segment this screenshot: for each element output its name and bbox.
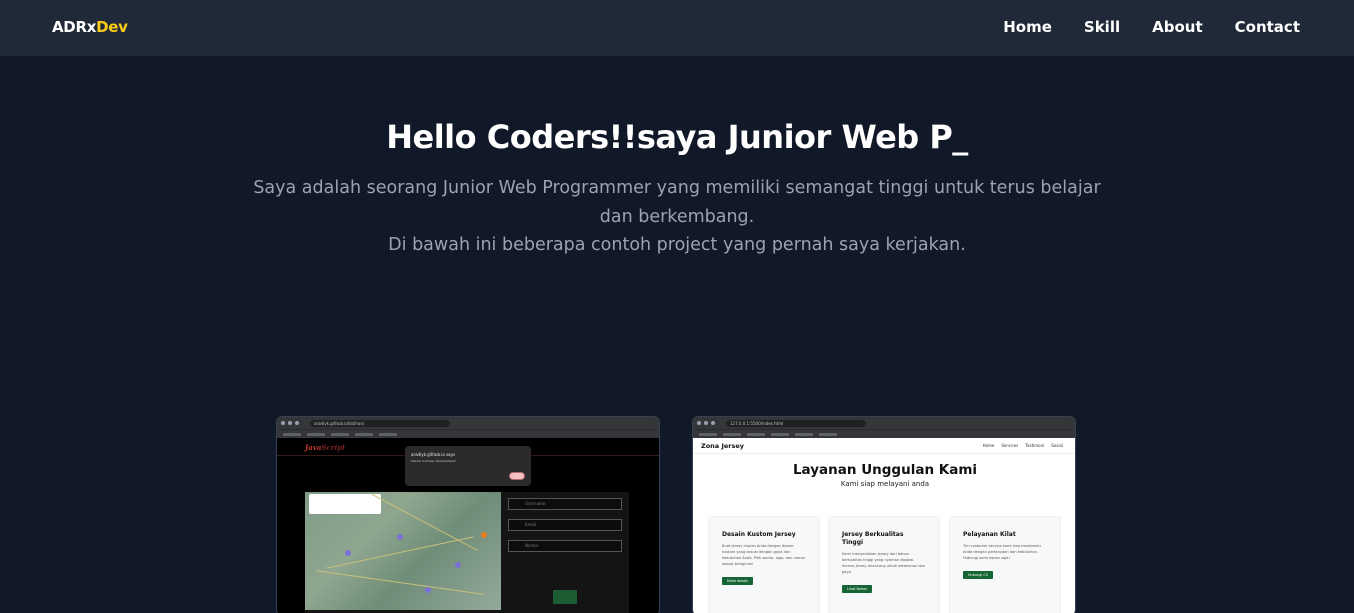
screenshot-nav-links: Home Services Testimoni Sosial	[982, 443, 1063, 448]
nav-link-home[interactable]: Home	[1003, 18, 1052, 36]
map-pin-icon	[481, 532, 487, 538]
hero-description-line-2: dan berkembang.	[599, 206, 755, 227]
screenshot-logo: Zona Jersey	[701, 442, 745, 450]
screenshot-logo: JavaScript	[305, 443, 346, 452]
nav-link-skill[interactable]: Skill	[1084, 18, 1120, 36]
nav-link-contact[interactable]: Contact	[1235, 18, 1300, 36]
browser-url: 127.0.0.1:5500/index.html	[726, 419, 866, 427]
map-pin-icon	[425, 587, 431, 593]
map-pin-icon	[397, 534, 403, 540]
hero-title: Hello Coders!!saya Junior Web P_	[386, 118, 968, 156]
browser-toolbar: aradiyk.github.io/latihan/	[277, 417, 659, 429]
screenshot-title: Layanan Unggulan Kami	[792, 462, 978, 478]
map-preview	[305, 492, 501, 610]
project-screenshot-jersey: Zona Jersey Home Services Testimoni Sosi…	[693, 438, 1075, 613]
browser-back-icon	[697, 421, 701, 425]
browser-forward-icon	[288, 421, 292, 425]
dialog-ok-button	[509, 472, 525, 480]
service-card: Pelayanan Kilat Tim customer service kam…	[949, 516, 1061, 613]
hero-description-line-1: Saya adalah seorang Junior Web Programme…	[253, 178, 1101, 198]
nav-links: Home Skill About Contact	[1003, 18, 1300, 36]
brand-accent: Dev	[96, 18, 128, 36]
hero-description-line-3: Di bawah ini beberapa contoh project yan…	[388, 235, 966, 255]
map-pin-icon	[345, 550, 351, 556]
navbar: ADRxDev Home Skill About Contact	[0, 0, 1354, 56]
screenshot-field-email: Email	[508, 519, 622, 531]
browser-reload-icon	[295, 421, 299, 425]
map-info-box	[309, 494, 381, 514]
service-card: Jersey Berkualitas Tinggi Kami menyediak…	[828, 516, 940, 613]
project-screenshot-map: JavaScript Username Email Nomor aradiyk.…	[277, 438, 659, 613]
browser-back-icon	[281, 421, 285, 425]
browser-bookmarks	[277, 429, 659, 438]
project-card-map[interactable]: aradiyk.github.io/latihan/ JavaScript Us…	[276, 416, 660, 613]
service-card: Desain Kustom Jersey Buat jersey impian …	[708, 516, 820, 613]
screenshot-field-nomor: Nomor	[508, 540, 622, 552]
browser-bookmarks	[693, 429, 1075, 438]
hero-description: Saya adalah seorang Junior Web Programme…	[240, 174, 1114, 260]
screenshot-navbar: Zona Jersey Home Services Testimoni Sosi…	[693, 438, 1075, 454]
project-card-jersey[interactable]: 127.0.0.1:5500/index.html Zona Jersey Ho…	[692, 416, 1076, 613]
screenshot-alert-dialog: aradiyk.github.io says Marker berhasil d…	[405, 446, 531, 486]
nav-link-about[interactable]: About	[1152, 18, 1203, 36]
browser-url: aradiyk.github.io/latihan/	[310, 419, 450, 427]
browser-forward-icon	[704, 421, 708, 425]
browser-toolbar: 127.0.0.1:5500/index.html	[693, 417, 1075, 429]
screenshot-tagline: Kami siap melayani anda	[840, 480, 930, 488]
screenshot-field-username: Username	[508, 498, 622, 510]
screenshot-submit-button	[553, 590, 577, 604]
browser-reload-icon	[711, 421, 715, 425]
map-pin-icon	[455, 562, 461, 568]
brand-logo[interactable]: ADRxDev	[52, 18, 128, 36]
screenshot-panel: Username Email Nomor	[305, 492, 629, 613]
brand-main: ADRx	[52, 18, 97, 36]
